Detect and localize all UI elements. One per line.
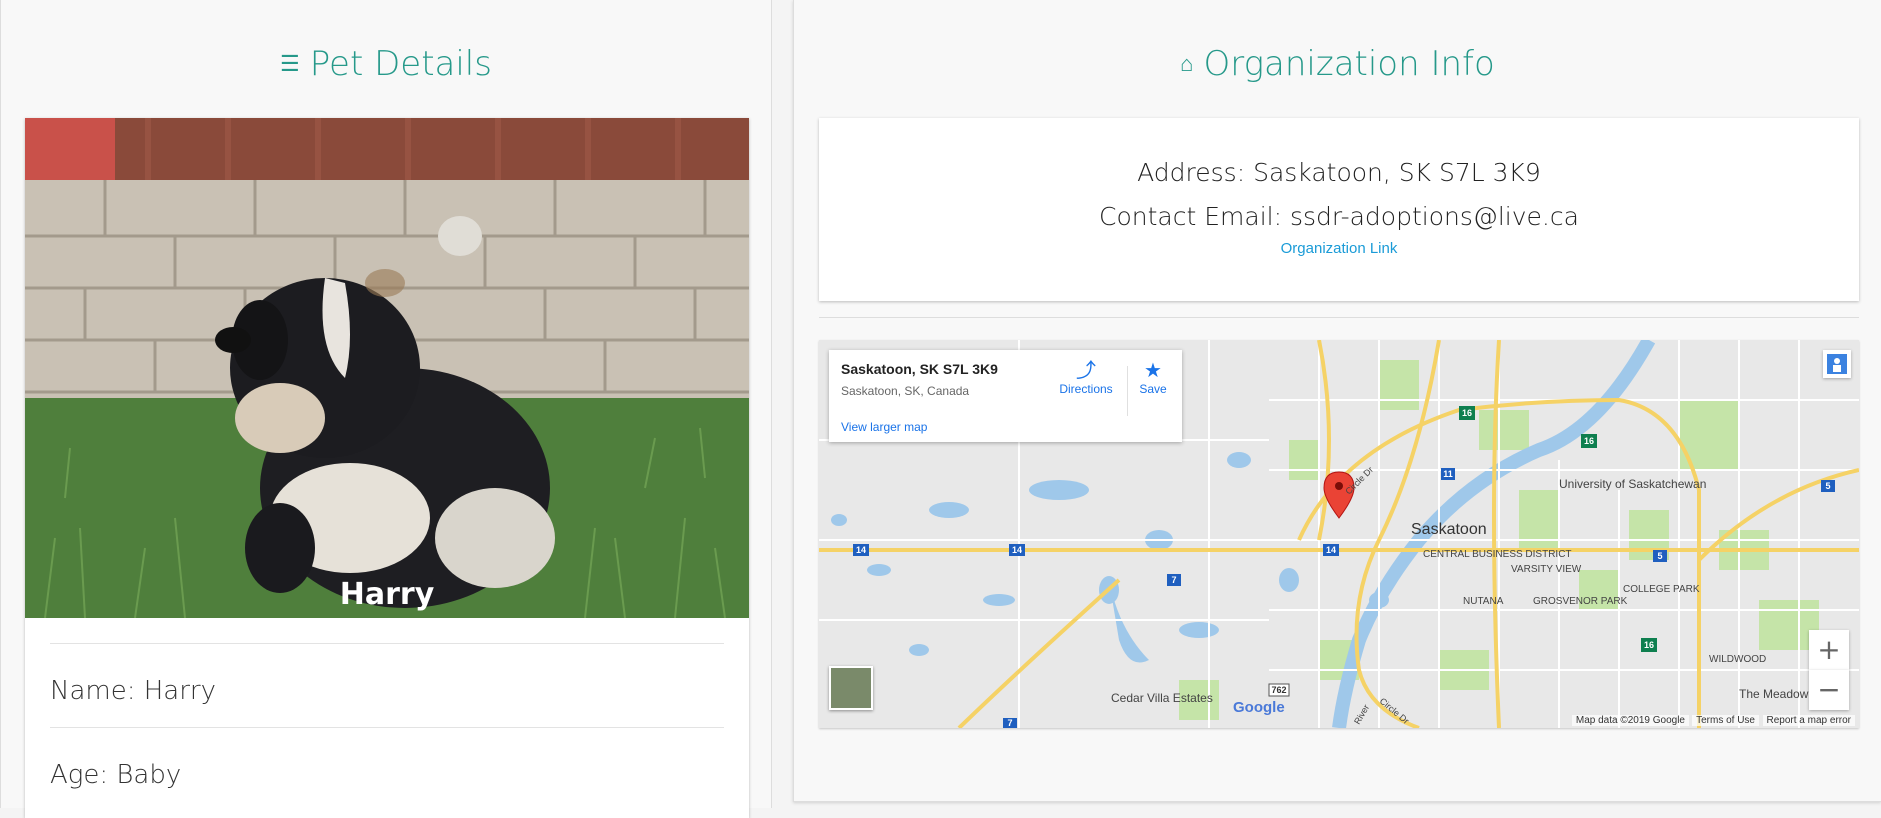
star-icon: ★	[1144, 360, 1162, 382]
route-shield: 762	[1271, 685, 1286, 695]
map-label-meadows: The Meadow	[1739, 687, 1809, 701]
route-shield: 7	[1171, 575, 1176, 585]
map-place-subtitle: Saskatoon, SK, Canada	[841, 384, 970, 398]
satellite-toggle-thumbnail[interactable]	[829, 666, 873, 710]
route-shield: 14	[1012, 545, 1022, 555]
terms-of-use-link[interactable]: Terms of Use	[1692, 715, 1759, 726]
organization-info-title-text: Organization Info	[1203, 44, 1495, 84]
map-label-varsity: VARSITY VIEW	[1511, 564, 1582, 575]
organization-info-title: ⌂ Organization Info	[794, 44, 1881, 84]
map-place-title: Saskatoon, SK S7L 3K9	[841, 361, 998, 377]
view-larger-map-link[interactable]: View larger map	[841, 420, 927, 434]
directions-icon: ⤴	[1076, 360, 1096, 382]
pet-age: Age: Baby	[50, 760, 182, 790]
organization-card: Address: Saskatoon, SK S7L 3K9 Contact E…	[819, 118, 1859, 301]
organization-link[interactable]: Organization Link	[819, 240, 1859, 257]
map-label-nutana: NUTANA	[1463, 596, 1504, 607]
google-logo: Google	[1233, 699, 1285, 716]
divider	[50, 727, 724, 728]
google-map[interactable]: Saskatoon University of Saskatchewan CEN…	[819, 340, 1859, 728]
map-label-cedar: Cedar Villa Estates	[1111, 691, 1213, 705]
map-place-card: Saskatoon, SK S7L 3K9 Saskatoon, SK, Can…	[829, 350, 1182, 442]
route-shield: 16	[1584, 436, 1594, 446]
organization-address: Address: Saskatoon, SK S7L 3K9	[1137, 158, 1541, 187]
pet-details-panel: ☰ Pet Details Harry Name: Harry Age: Bab…	[0, 0, 772, 818]
organization-info-panel: ⌂ Organization Info Address: Saskatoon, S…	[793, 0, 1881, 802]
pet-photo: Harry	[25, 118, 749, 618]
map-data-attribution: Map data ©2019 Google	[1571, 715, 1689, 726]
home-icon: ⌂	[1180, 52, 1194, 77]
report-map-error-link[interactable]: Report a map error	[1762, 715, 1855, 726]
pet-details-title-text: Pet Details	[309, 44, 492, 84]
route-shield: 5	[1657, 551, 1662, 561]
divider	[819, 317, 1859, 318]
route-shield: 16	[1462, 408, 1472, 418]
save-label: Save	[1139, 382, 1167, 396]
pet-photo-caption: Harry	[340, 577, 435, 612]
directions-button[interactable]: ⤴ Directions	[1051, 360, 1121, 396]
pet-name: Name: Harry	[50, 676, 216, 706]
list-icon: ☰	[280, 52, 300, 77]
map-label-grosvenor: GROSVENOR PARK	[1533, 596, 1628, 607]
pet-card: Harry Name: Harry Age: Baby	[25, 118, 749, 818]
map-label-university: University of Saskatchewan	[1559, 477, 1706, 491]
map-label-wildwood: WILDWOOD	[1709, 654, 1766, 665]
map-label-college: COLLEGE PARK	[1623, 584, 1700, 595]
route-shield: 14	[1326, 545, 1336, 555]
save-button[interactable]: ★ Save	[1133, 360, 1173, 396]
organization-email: Contact Email: ssdr-adoptions@live.ca	[1099, 202, 1579, 231]
route-shield: 14	[856, 545, 866, 555]
route-shield: 16	[1644, 640, 1654, 650]
route-shield: 11	[1443, 469, 1453, 479]
pet-photo-image: Harry	[25, 118, 749, 618]
map-label-central: CENTRAL BUSINESS DISTRICT	[1423, 549, 1572, 560]
divider	[50, 643, 724, 644]
map-label-city: Saskatoon	[1411, 521, 1487, 538]
pet-details-title: ☰ Pet Details	[1, 44, 771, 84]
divider	[1127, 366, 1128, 416]
zoom-in-button[interactable]: +	[1809, 630, 1849, 670]
route-shield: 5	[1825, 481, 1830, 491]
directions-label: Directions	[1059, 382, 1113, 396]
route-shield: 7	[1007, 718, 1012, 728]
zoom-out-button[interactable]: −	[1809, 670, 1849, 710]
street-view-pegman-icon[interactable]	[1823, 350, 1851, 378]
